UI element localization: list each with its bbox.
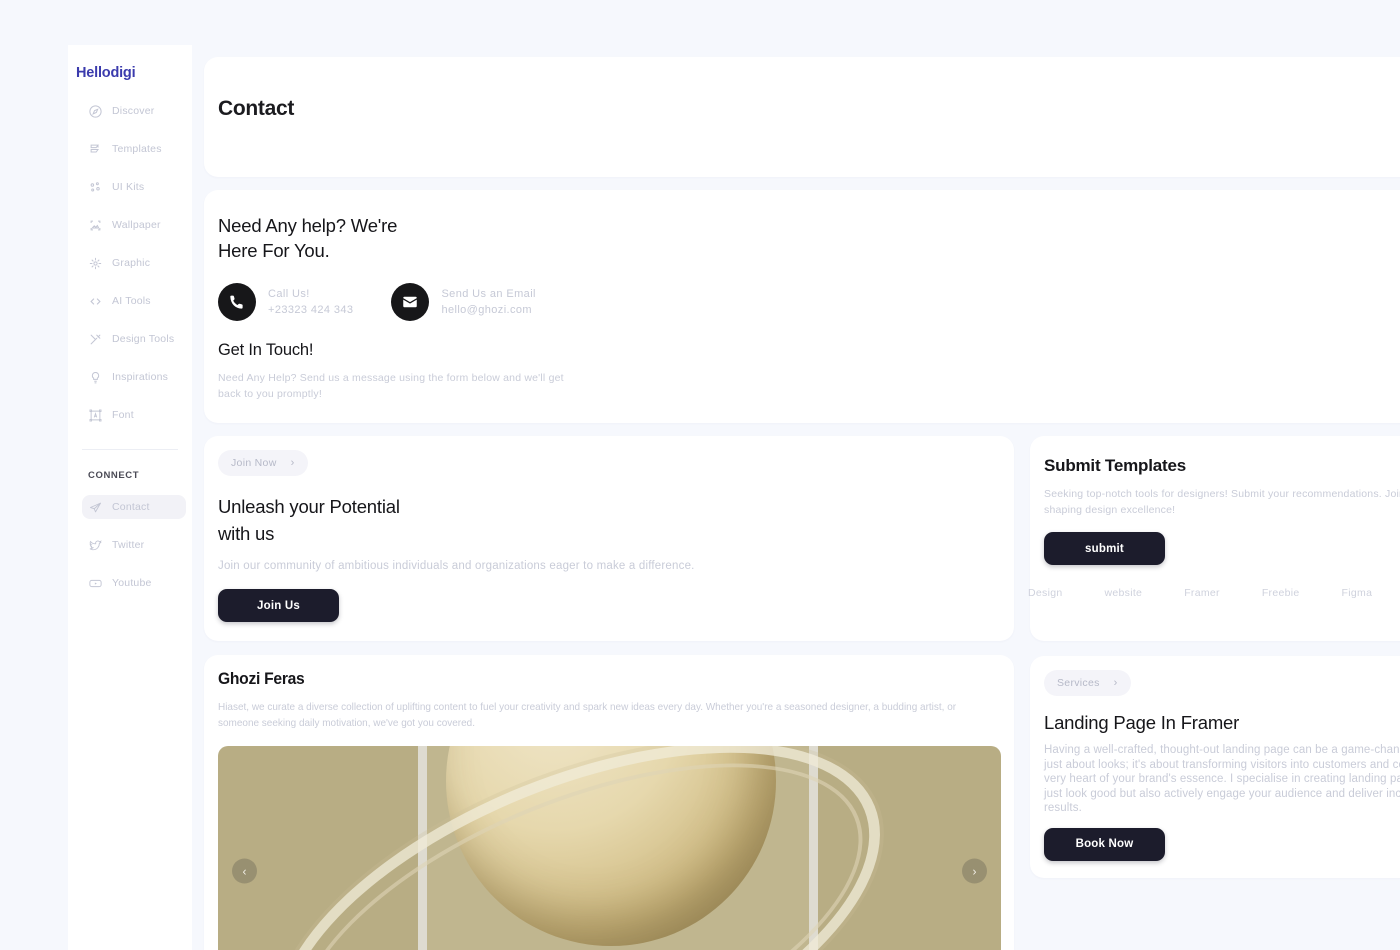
unleash-card: Join Now › Unleash your Potential with u… — [204, 436, 1014, 641]
get-in-touch-title: Get In Touch! — [218, 341, 314, 359]
contact-card: Need Any help? We're Here For You. Call … — [204, 190, 1400, 423]
sidebar-item-label: Twitter — [112, 539, 145, 551]
sidebar-item-wallpaper[interactable]: Wallpaper — [82, 213, 186, 237]
submit-templates-title: Submit Templates — [1044, 456, 1186, 475]
carousel-next-button[interactable]: › — [962, 858, 987, 884]
contact-email-value: hello@ghozi.com — [441, 304, 532, 316]
contact-method-email[interactable]: Send Us an Email hello@ghozi.com — [391, 283, 535, 321]
sidebar-section-connect: CONNECT — [88, 470, 140, 481]
youtube-icon — [88, 576, 103, 591]
submit-button[interactable]: submit — [1044, 532, 1165, 565]
book-now-button[interactable]: Book Now — [1044, 827, 1165, 861]
chevron-right-icon: › — [1113, 677, 1118, 689]
sidebar-item-discover[interactable]: Discover — [82, 99, 186, 123]
landing-page-title: Landing Page In Framer — [1044, 712, 1240, 733]
join-now-pill-label: Join Now — [231, 457, 277, 469]
lightbulb-icon — [88, 370, 103, 385]
app-root: Hellodigi Discover Templates UI Kits Wal… — [0, 0, 1400, 950]
submit-templates-card: Submit Templates Seeking top-notch tools… — [1028, 436, 1400, 641]
sidebar-item-twitter[interactable]: Twitter — [82, 533, 186, 557]
tag-framer[interactable]: Framer — [1184, 587, 1220, 599]
sidebar-item-label: AI Tools — [112, 295, 151, 307]
contact-phone-text: Call Us! +23323 424 343 — [268, 288, 353, 316]
sidebar-divider — [82, 449, 178, 450]
sidebar: Hellodigi Discover Templates UI Kits Wal… — [68, 45, 192, 950]
ghozi-feras-description: Hiaset, we curate a diverse collection o… — [218, 701, 957, 729]
graphic-icon — [88, 256, 103, 271]
landing-page-description: Having a well-crafted, thought-out landi… — [1044, 744, 1400, 815]
compass-icon — [88, 104, 103, 119]
page-title: Contact — [218, 97, 295, 120]
carousel-slide-saturn — [218, 746, 1001, 950]
unleash-description: Join our community of ambitious individu… — [218, 560, 695, 572]
sidebar-item-label: Templates — [112, 143, 162, 155]
sidebar-item-label: Inspirations — [112, 371, 169, 383]
tag-website[interactable]: website — [1104, 587, 1142, 599]
sidebar-item-templates[interactable]: Templates — [82, 137, 186, 161]
services-pill[interactable]: Services › — [1044, 670, 1131, 696]
tag-design[interactable]: Design — [1028, 587, 1062, 599]
contact-heading-line2: Here For You. — [218, 240, 330, 261]
sidebar-item-inspirations[interactable]: Inspirations — [82, 365, 186, 389]
sidebar-item-label: Youtube — [112, 577, 152, 589]
templates-icon — [88, 142, 103, 157]
ui-kits-icon — [88, 180, 103, 195]
design-tools-icon — [88, 332, 103, 347]
sidebar-item-label: Contact — [112, 501, 150, 513]
code-brackets-icon — [88, 294, 103, 309]
tag-figma[interactable]: Figma — [1342, 587, 1373, 599]
unleash-heading: Unleash your Potential with us — [218, 493, 1014, 547]
sidebar-nav: Discover Templates UI Kits Wallpaper Gra… — [68, 99, 192, 427]
sidebar-item-label: Graphic — [112, 257, 151, 269]
join-us-button[interactable]: Join Us — [218, 589, 339, 622]
image-carousel[interactable]: ‹ › — [218, 746, 1001, 950]
get-in-touch-text: Need Any Help? Send us a message using t… — [218, 372, 564, 400]
contact-phone-value: +23323 424 343 — [268, 304, 354, 316]
ghozi-feras-card: Ghozi Feras Hiaset, we curate a diverse … — [204, 655, 1014, 950]
carousel-prev-button[interactable]: ‹ — [232, 858, 257, 884]
sidebar-item-font[interactable]: Font — [82, 403, 186, 427]
sidebar-item-graphic[interactable]: Graphic — [82, 251, 186, 275]
submit-templates-description: Seeking top-notch tools for designers! S… — [1044, 488, 1400, 516]
contact-email-label: Send Us an Email — [441, 288, 536, 300]
sidebar-item-label: Font — [112, 409, 134, 421]
paper-plane-icon — [88, 500, 103, 515]
contact-heading: Need Any help? We're Here For You. — [218, 213, 1400, 263]
contact-heading-line1: Need Any help? We're — [218, 215, 398, 236]
page-header-card: Contact — [204, 57, 1400, 177]
sidebar-item-contact[interactable]: Contact — [82, 495, 186, 519]
contact-phone-label: Call Us! — [268, 288, 310, 300]
join-now-pill[interactable]: Join Now › — [218, 450, 308, 476]
twitter-icon — [88, 538, 103, 553]
sidebar-item-label: Wallpaper — [112, 219, 161, 231]
font-icon — [88, 408, 103, 423]
contact-email-text: Send Us an Email hello@ghozi.com — [441, 288, 535, 316]
chevron-right-icon: › — [290, 457, 295, 469]
services-pill-label: Services — [1057, 677, 1100, 689]
unleash-heading-line1: Unleash your Potential — [218, 496, 400, 517]
sidebar-item-design-tools[interactable]: Design Tools — [82, 327, 186, 351]
wallpaper-icon — [88, 218, 103, 233]
phone-icon — [218, 283, 256, 321]
envelope-icon — [391, 283, 430, 321]
landing-page-card: Services › Landing Page In Framer Having… — [1030, 656, 1400, 878]
ghozi-feras-title: Ghozi Feras — [218, 669, 305, 688]
submit-templates-tags: Design website Framer Freebie Figma — [1028, 587, 1400, 599]
unleash-heading-line2: with us — [218, 523, 275, 544]
contact-methods: Call Us! +23323 424 343 Send Us an Email… — [218, 283, 1400, 321]
tag-freebie[interactable]: Freebie — [1262, 587, 1300, 599]
sidebar-item-youtube[interactable]: Youtube — [82, 571, 186, 595]
sidebar-item-ai-tools[interactable]: AI Tools — [82, 289, 186, 313]
contact-method-phone[interactable]: Call Us! +23323 424 343 — [218, 283, 353, 321]
sidebar-item-label: Design Tools — [112, 333, 175, 345]
sidebar-item-label: UI Kits — [112, 181, 145, 193]
sidebar-item-ui-kits[interactable]: UI Kits — [82, 175, 186, 199]
brand-logo[interactable]: Hellodigi — [68, 59, 192, 81]
sidebar-item-label: Discover — [112, 105, 155, 117]
